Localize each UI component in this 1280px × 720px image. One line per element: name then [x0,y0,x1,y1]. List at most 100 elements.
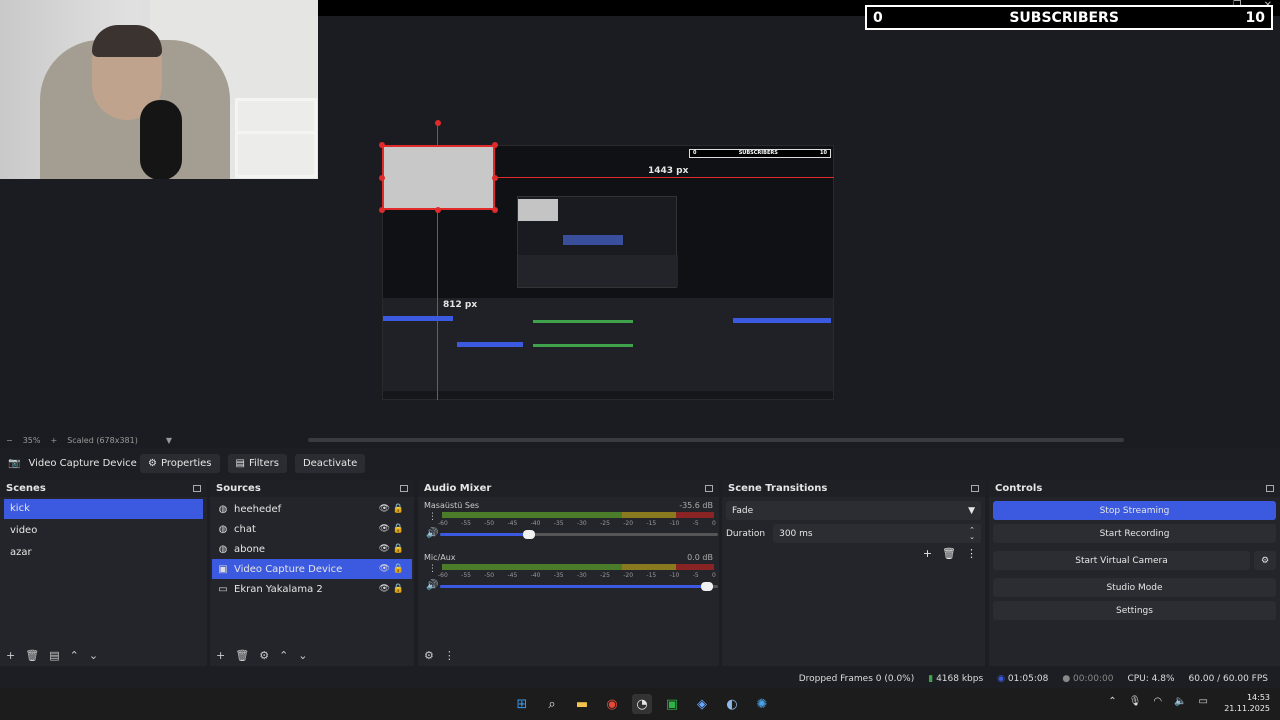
lock-icon[interactable]: 🔒 [393,584,404,594]
steam-icon[interactable]: ◐ [722,694,742,714]
eye-icon[interactable]: 👁 [379,504,390,514]
clock[interactable]: 14:53 21.11.2025 [1224,692,1270,714]
settings-button[interactable]: Settings [993,601,1276,620]
resize-handle[interactable] [379,142,385,148]
speaker-icon[interactable]: 🔊 [426,528,438,539]
volume-slider[interactable] [440,530,718,539]
undock-icon[interactable] [193,485,201,492]
scene-item-azar[interactable]: azar [4,543,203,563]
gear-icon[interactable]: ⚙ [259,649,269,662]
mini-label: SUBSCRIBERS [738,150,778,156]
file-explorer-icon[interactable]: ▬ [572,694,592,714]
obs-icon[interactable]: ◔ [632,694,652,714]
wifi-icon[interactable]: ◠ [1153,696,1162,707]
move-up-icon[interactable]: ⌃ [70,649,79,662]
source-label: chat [234,523,256,535]
stop-streaming-button[interactable]: Stop Streaming [993,501,1276,520]
selection-box[interactable] [382,145,495,210]
start-virtual-camera-button[interactable]: Start Virtual Camera [993,551,1250,570]
transition-type: Fade [732,505,754,516]
speaker-icon[interactable]: 🔊 [426,580,438,591]
search-icon[interactable]: ⌕ [542,694,562,714]
eye-icon[interactable]: 👁 [379,584,390,594]
chevron-down-icon[interactable]: ▼ [166,436,172,445]
resize-handle[interactable] [492,207,498,213]
app-blue-icon[interactable]: ✺ [752,694,772,714]
battery-icon[interactable]: ▭ [1199,696,1208,707]
resize-handle[interactable] [435,207,441,213]
mixer-settings-icon[interactable]: ⚙ [424,649,434,662]
source-item[interactable]: ◍ abone 👁 🔒 [212,539,412,559]
stream-icon: ◉ [997,673,1006,684]
kebab-icon[interactable]: ⋮ [444,649,455,662]
source-item[interactable]: ▭ Ekran Yakalama 2 👁 🔒 [212,579,412,599]
undock-icon[interactable] [1266,485,1274,492]
filter-icon[interactable]: ▤ [49,649,59,662]
chevron-up-icon[interactable]: ⌃ [1108,696,1116,707]
trash-icon[interactable]: 🗑 [25,649,39,662]
add-icon[interactable]: + [923,547,932,560]
webcam-feed [0,0,318,179]
microphone-icon[interactable]: 🎙 [1129,696,1142,707]
windows-start-icon[interactable]: ⊞ [512,694,532,714]
lock-icon[interactable]: 🔒 [393,564,404,574]
scene-item-kick[interactable]: kick [4,499,203,519]
rotate-handle[interactable] [435,120,441,126]
app-green-icon[interactable]: ▣ [662,694,682,714]
horizontal-scrollbar[interactable] [308,438,1124,442]
kebab-icon[interactable]: ⋮ [966,547,977,560]
undock-icon[interactable] [400,485,408,492]
zoom-out-button[interactable]: − [6,436,13,445]
volume-slider[interactable] [440,582,718,591]
source-label: abone [234,543,266,555]
stepper-icon[interactable]: ⌃ ⌄ [969,526,975,541]
lock-icon[interactable]: 🔒 [393,524,404,534]
preview-area[interactable]: — ❐ ✕ 0 SUBSCRIBERS 10 0 SUBSCRIBERS 10 [0,0,1280,433]
kebab-icon[interactable]: ⋮ [428,564,437,574]
mixer-channel: Mic/Aux 0.0 dB ⋮ -60 -55 -50 -45 -40 -35 -30 -2… [418,549,719,601]
meter-tick: -50 [484,572,495,579]
resize-handle[interactable] [379,175,385,181]
resize-handle[interactable] [492,175,498,181]
lock-icon[interactable]: 🔒 [393,544,404,554]
resize-handle[interactable] [379,207,385,213]
microphone [140,100,182,179]
source-item[interactable]: ◍ chat 👁 🔒 [212,519,412,539]
gear-icon[interactable]: ⚙ [1254,551,1276,570]
rec-time-value: 00:00:00 [1073,673,1114,684]
properties-button[interactable]: ⚙ Properties [140,453,220,473]
filters-button[interactable]: ▤ Filters [227,453,287,473]
chrome-icon[interactable]: ◉ [602,694,622,714]
kebab-icon[interactable]: ⋮ [428,512,437,522]
volume-icon[interactable]: 🔈 [1174,696,1186,707]
app-icon[interactable]: ◈ [692,694,712,714]
lock-icon[interactable]: 🔒 [393,504,404,514]
volume-knob[interactable] [522,530,535,539]
resize-handle[interactable] [492,142,498,148]
add-icon[interactable]: + [6,649,15,662]
move-down-icon[interactable]: ⌄ [89,649,98,662]
undock-icon[interactable] [971,485,979,492]
trash-icon[interactable]: 🗑 [942,547,956,560]
volume-knob[interactable] [700,582,713,591]
volume-fill [440,533,529,536]
eye-icon[interactable]: 👁 [379,544,390,554]
source-item[interactable]: ◍ heehedef 👁 🔒 [212,499,412,519]
move-up-icon[interactable]: ⌃ [279,649,288,662]
eye-icon[interactable]: 👁 [379,564,390,574]
transition-select[interactable]: Fade ▼ [726,501,981,520]
move-down-icon[interactable]: ⌄ [298,649,307,662]
trash-icon[interactable]: 🗑 [235,649,249,662]
deactivate-button[interactable]: Deactivate [294,453,366,473]
add-icon[interactable]: + [216,649,225,662]
source-label: heehedef [234,503,282,515]
source-item[interactable]: ▣ Video Capture Device 👁 🔒 [212,559,412,579]
duration-input[interactable]: 300 ms ⌃ ⌄ [773,524,981,543]
studio-mode-button[interactable]: Studio Mode [993,578,1276,597]
start-recording-button[interactable]: Start Recording [993,524,1276,543]
guide-line-horizontal [494,177,834,178]
scene-item-video[interactable]: video [4,521,203,541]
zoom-in-button[interactable]: + [50,436,57,445]
undock-icon[interactable] [705,485,713,492]
eye-icon[interactable]: 👁 [379,524,390,534]
